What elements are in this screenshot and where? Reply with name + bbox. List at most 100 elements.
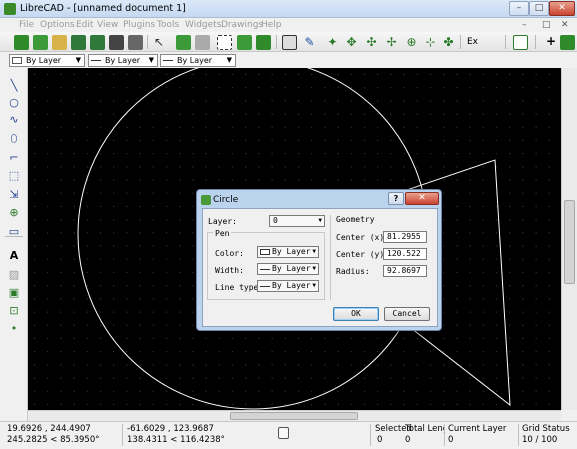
close-button[interactable]: ✕: [549, 1, 575, 16]
snap-free-icon[interactable]: ✦: [325, 35, 340, 50]
vertical-scrollbar[interactable]: [561, 68, 577, 410]
save-icon[interactable]: [71, 35, 86, 50]
menu-file[interactable]: File: [19, 20, 34, 30]
radius-input[interactable]: 92.8697: [383, 265, 427, 277]
current-layer-label: Current Layer: [448, 424, 507, 434]
maximize-button[interactable]: □: [529, 1, 549, 16]
absolute-coordinate: 19.6926 , 244.4907: [7, 424, 91, 434]
radius-label: Radius:: [336, 267, 370, 276]
color-combo[interactable]: By Layer ▼: [9, 54, 85, 67]
screen-icon[interactable]: [513, 35, 528, 50]
ellipse-tool-icon[interactable]: ⬯: [7, 133, 21, 145]
width-label: Width:: [215, 266, 244, 275]
spline-tool-icon[interactable]: ∿: [7, 114, 21, 126]
menu-plugins[interactable]: Plugins: [123, 20, 155, 30]
snap-endpoint-icon[interactable]: ✣: [364, 35, 379, 50]
mdi-close-button[interactable]: ✕: [561, 20, 569, 30]
dimension-tool-icon[interactable]: ⇲: [7, 189, 21, 201]
color-swatch: [260, 249, 270, 255]
select-window-icon[interactable]: [217, 35, 232, 50]
menu-help[interactable]: Help: [261, 20, 282, 30]
point-tool-icon[interactable]: •: [7, 323, 21, 335]
snap-exclusive-button[interactable]: Ex: [467, 37, 478, 47]
width-line-icon: [91, 60, 101, 61]
dialog-close-button[interactable]: ✕: [405, 192, 439, 205]
linetype-line-icon: [163, 60, 173, 61]
linetype-label: Line type:: [215, 283, 264, 292]
line-tool-icon[interactable]: ╲: [7, 80, 21, 92]
color-swatch: [12, 57, 22, 64]
toolbar-separator: [276, 35, 277, 49]
chevron-down-icon: ▼: [312, 282, 316, 289]
copy-icon[interactable]: [176, 35, 191, 50]
ok-button[interactable]: OK: [333, 307, 379, 321]
window-title: LibreCAD - [unnamed document 1]: [20, 3, 186, 14]
print-preview-icon[interactable]: [128, 35, 143, 50]
menu-tools[interactable]: Tools: [157, 20, 179, 30]
minimize-button[interactable]: –: [509, 1, 529, 16]
snap-middle-icon[interactable]: ⊹: [423, 35, 438, 50]
circle-tool-icon[interactable]: ○: [7, 97, 21, 109]
open-folder-icon[interactable]: [52, 35, 67, 50]
linetype-line-icon: [260, 286, 270, 287]
block-tool-icon[interactable]: ⊡: [7, 305, 21, 317]
center-y-input[interactable]: 120.522: [383, 248, 427, 260]
status-separator: [370, 424, 371, 446]
menu-widgets[interactable]: Widgets: [185, 20, 221, 30]
pen-width-combo[interactable]: By Layer ▼: [257, 263, 319, 275]
total-length-label: Total Length: [405, 424, 445, 434]
toolbar-separator: [535, 35, 536, 49]
dialog-title: Circle: [213, 195, 239, 205]
linetype-combo[interactable]: By Layer ▼: [160, 54, 236, 67]
hatch-tool-icon[interactable]: ▨: [7, 269, 21, 281]
pen-linetype-combo[interactable]: By Layer ▼: [257, 280, 319, 292]
snap-center-icon[interactable]: ⊕: [404, 35, 419, 50]
mdi-restore-button[interactable]: □: [542, 20, 551, 30]
add-icon[interactable]: +: [546, 34, 556, 48]
print-icon[interactable]: [109, 35, 124, 50]
cancel-button[interactable]: Cancel: [384, 307, 430, 321]
librecad-app-icon: [4, 3, 16, 15]
layer-label: Layer:: [208, 217, 237, 226]
snap-grid-icon[interactable]: ✥: [344, 35, 359, 50]
pointer-icon[interactable]: ↖: [154, 35, 166, 49]
mdi-minimize-button[interactable]: –: [522, 20, 527, 30]
selected-value: 0: [377, 435, 383, 445]
menu-edit[interactable]: Edit: [76, 20, 93, 30]
new-file-icon[interactable]: [14, 35, 29, 50]
image-tool-icon[interactable]: ▣: [7, 287, 21, 299]
snap-entity-icon[interactable]: ✢: [384, 35, 399, 50]
polyline-tool-icon[interactable]: ⌐: [7, 152, 21, 164]
snap-distance-icon[interactable]: ✤: [441, 35, 456, 50]
width-combo[interactable]: By Layer ▼: [88, 54, 158, 67]
pen-toolbar: [0, 52, 577, 68]
help-button[interactable]: ?: [388, 192, 404, 205]
menu-drawings[interactable]: Drawings: [221, 20, 263, 30]
tool-separator: [5, 236, 23, 237]
modify-tool-icon[interactable]: ⊕: [7, 207, 21, 219]
select-tool-icon[interactable]: ⬚: [7, 170, 21, 182]
center-x-input[interactable]: 81.2955: [383, 231, 427, 243]
grid-toggle-icon[interactable]: [282, 35, 297, 50]
back-icon[interactable]: [256, 35, 271, 50]
new-from-template-icon[interactable]: [33, 35, 48, 50]
layer-combo[interactable]: 0 ▼: [269, 215, 325, 227]
draft-mode-icon[interactable]: ✎: [302, 35, 317, 50]
text-tool-icon[interactable]: A: [7, 250, 21, 262]
vertical-scroll-thumb[interactable]: [564, 200, 575, 284]
zoom-icon[interactable]: [560, 35, 575, 50]
librecad-dialog-icon: [201, 195, 211, 205]
horizontal-scrollbar[interactable]: [28, 410, 561, 421]
toolbar-separator: [505, 35, 506, 49]
horizontal-scroll-thumb[interactable]: [230, 412, 358, 420]
save-as-icon[interactable]: [90, 35, 105, 50]
menu-options[interactable]: Options: [40, 20, 75, 30]
chevron-down-icon: ▼: [318, 217, 322, 224]
paste-icon[interactable]: [195, 35, 210, 50]
pen-color-combo[interactable]: By Layer ▼: [257, 246, 319, 258]
grid-status-label: Grid Status: [522, 424, 570, 434]
pen-color-value: By Layer: [272, 247, 311, 256]
color-combo-value: By Layer: [26, 56, 62, 65]
menu-view[interactable]: View: [97, 20, 118, 30]
block-icon[interactable]: [237, 35, 252, 50]
